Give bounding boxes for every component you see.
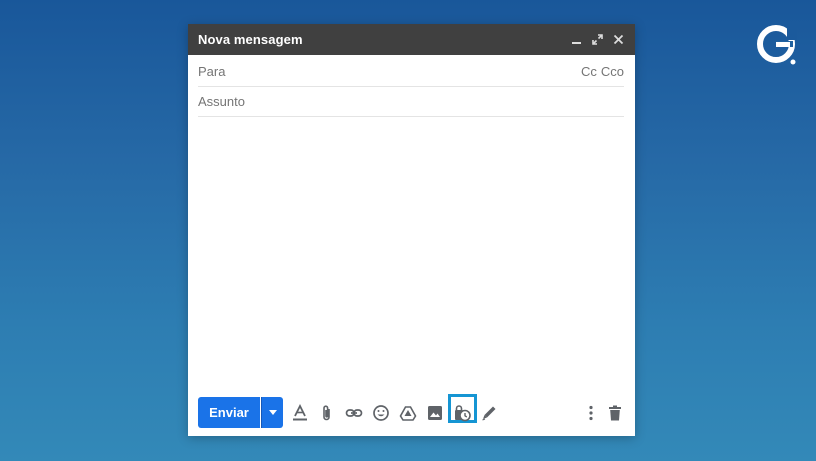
to-field[interactable]: Para Cc Cco — [198, 56, 624, 87]
chevron-down-icon — [268, 410, 277, 415]
emoji-icon[interactable] — [370, 402, 392, 424]
drive-icon[interactable] — [397, 402, 419, 424]
subject-label: Assunto — [198, 93, 245, 109]
compose-toolbar: Enviar — [188, 394, 635, 429]
compose-window: Nova mensagem Para Cc Cco Assunto Enviar — [188, 24, 635, 436]
photo-icon[interactable] — [424, 402, 446, 424]
compose-title: Nova mensagem — [198, 32, 303, 47]
message-body[interactable] — [198, 118, 625, 388]
link-icon[interactable] — [343, 402, 365, 424]
attach-icon[interactable] — [316, 402, 338, 424]
minimize-icon[interactable] — [570, 33, 583, 46]
brand-logo — [757, 24, 799, 66]
cc-link[interactable]: Cc — [581, 64, 597, 79]
send-button-group: Enviar — [198, 397, 283, 428]
close-icon[interactable] — [612, 33, 625, 46]
fullscreen-icon[interactable] — [591, 33, 604, 46]
confidential-mode-icon[interactable] — [451, 402, 473, 424]
more-options-icon[interactable] — [580, 402, 602, 424]
delete-icon[interactable] — [604, 402, 626, 424]
bcc-link[interactable]: Cco — [601, 64, 624, 79]
subject-field[interactable]: Assunto — [198, 86, 624, 117]
formatting-icon[interactable] — [289, 402, 311, 424]
signature-icon[interactable] — [478, 402, 500, 424]
send-button[interactable]: Enviar — [198, 397, 260, 428]
compose-title-bar: Nova mensagem — [188, 24, 635, 55]
to-label: Para — [198, 63, 226, 79]
send-options-button[interactable] — [261, 397, 283, 428]
